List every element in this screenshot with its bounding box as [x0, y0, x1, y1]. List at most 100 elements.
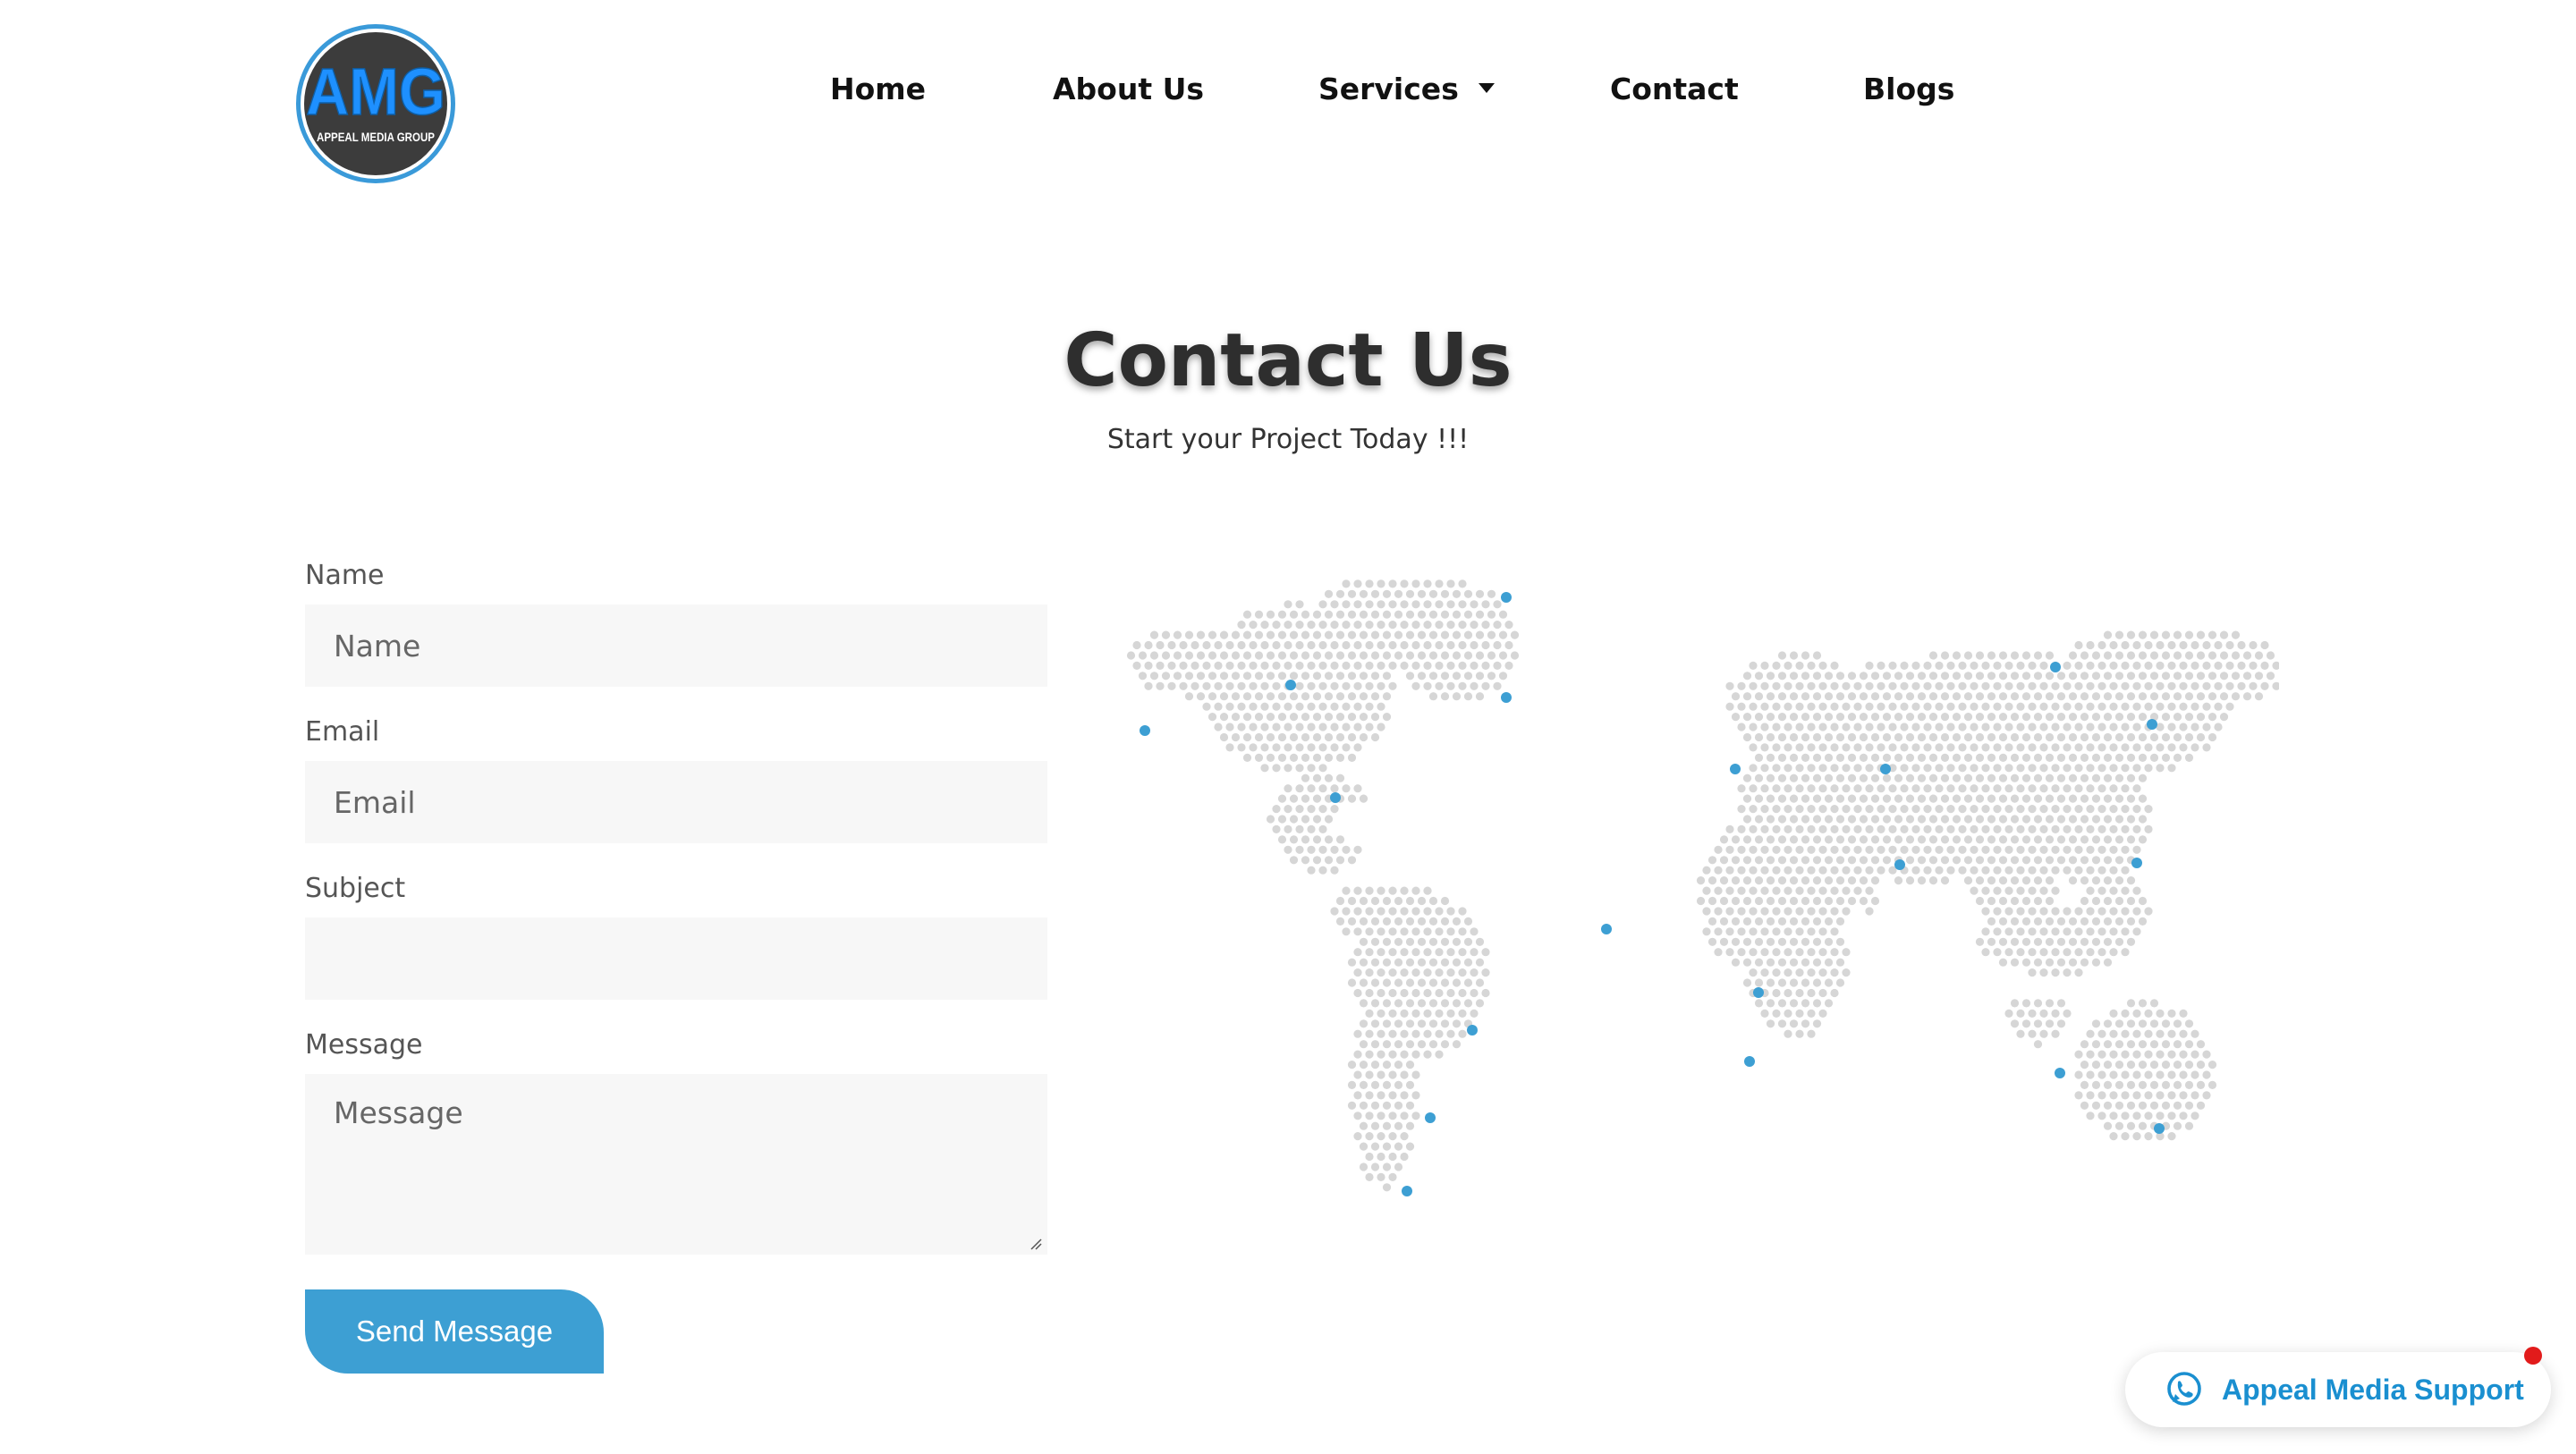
map-dot [2114, 835, 2124, 844]
map-dot [1284, 805, 1292, 814]
map-dot [2004, 681, 2013, 690]
map-dot [2225, 681, 2234, 690]
map-dot [1772, 824, 1781, 833]
nav-services[interactable]: Services [1318, 66, 1495, 113]
map-dot [1835, 856, 1845, 865]
map-dot [2138, 835, 2148, 844]
nav-blogs[interactable]: Blogs [1863, 66, 1954, 113]
map-dot [1789, 958, 1799, 967]
map-dot [2184, 732, 2194, 742]
map-dot [2126, 732, 2136, 742]
map-dot [1400, 927, 1409, 936]
map-dot [1853, 824, 1862, 833]
map-dot [1353, 640, 1362, 650]
map-dot [1993, 702, 2002, 711]
nav-home[interactable]: Home [830, 66, 926, 113]
send-message-button[interactable]: Send Message [305, 1289, 604, 1374]
map-dot [2149, 651, 2159, 660]
map-dot [1277, 815, 1287, 824]
map-dot [1458, 907, 1467, 916]
map-location-marker [1501, 592, 1512, 603]
map-dot [1865, 907, 1874, 916]
map-dot [1173, 651, 1182, 660]
amg-logo[interactable]: AMG APPEAL MEDIA GROUP [293, 21, 458, 186]
map-dot [1894, 713, 1903, 722]
map-dot [2184, 1019, 2194, 1028]
map-dot [1458, 640, 1467, 650]
map-dot [2179, 743, 2188, 752]
map-dot [2063, 866, 2072, 875]
map-dot [2091, 815, 2101, 824]
map-dot [2039, 866, 2048, 875]
map-dot [2190, 681, 2199, 690]
map-dot [1818, 824, 1827, 833]
map-dot [2004, 743, 2013, 752]
map-dot [1347, 1080, 1357, 1089]
map-dot [1766, 896, 1775, 906]
map-dot [2173, 753, 2182, 762]
map-dot [1998, 794, 2008, 803]
map-dot [1353, 948, 1362, 957]
map-dot [1818, 702, 1827, 711]
map-dot [1377, 1152, 1385, 1162]
resize-handle-icon[interactable] [1030, 1238, 1042, 1250]
map-dot [1847, 732, 1857, 742]
map-dot [1475, 999, 1485, 1008]
map-dot [1905, 835, 1915, 844]
map-dot [2063, 927, 2072, 936]
map-dot [1702, 907, 1711, 916]
map-location-marker [1467, 1025, 1478, 1036]
map-dot [2004, 805, 2013, 814]
map-dot [2051, 927, 2060, 936]
subject-field[interactable] [305, 917, 1047, 1000]
map-dot [1452, 958, 1462, 967]
map-dot [1737, 948, 1746, 957]
logo-subtext: APPEAL MEDIA GROUP [317, 130, 435, 144]
map-dot [1295, 723, 1304, 731]
map-dot [1400, 579, 1409, 588]
map-dot [2063, 764, 2072, 773]
email-field[interactable] [305, 761, 1047, 843]
map-dot [2132, 681, 2141, 690]
map-dot [1749, 824, 1758, 833]
map-dot [1428, 589, 1438, 598]
nav-contact[interactable]: Contact [1610, 66, 1739, 113]
map-dot [2091, 692, 2101, 701]
name-field[interactable] [305, 604, 1047, 687]
map-dot [2109, 764, 2118, 773]
nav-about-us[interactable]: About Us [1053, 66, 1204, 113]
map-dot [1411, 886, 1420, 895]
map-dot [2016, 1029, 2025, 1038]
map-dot [1318, 784, 1327, 793]
map-dot [2126, 773, 2136, 782]
map-dot [1231, 692, 1241, 701]
message-field[interactable] [305, 1074, 1047, 1255]
map-dot [1470, 1009, 1479, 1018]
map-dot [2045, 917, 2055, 926]
map-dot [2109, 640, 2118, 650]
map-dot [1202, 702, 1211, 711]
map-dot [1214, 640, 1223, 650]
map-dot [1877, 805, 1885, 814]
map-dot [2063, 743, 2072, 752]
map-dot [2231, 630, 2241, 639]
map-dot [2091, 1061, 2101, 1069]
map-dot [1330, 907, 1339, 916]
support-chat-button[interactable]: Appeal Media Support [2125, 1347, 2551, 1427]
map-dot [1900, 784, 1909, 793]
map-dot [1470, 661, 1479, 670]
map-dot [1784, 948, 1792, 957]
map-dot [1423, 621, 1432, 630]
map-dot [1888, 824, 1897, 833]
map-dot [1818, 845, 1827, 854]
map-dot [1400, 886, 1409, 895]
map-dot [1388, 886, 1397, 895]
map-dot [1882, 835, 1892, 844]
map-dot [2184, 672, 2194, 681]
map-dot [2114, 1101, 2124, 1110]
map-dot [1365, 948, 1374, 957]
map-dot [2004, 764, 2013, 773]
map-dot [1400, 948, 1409, 957]
map-dot [1365, 681, 1374, 690]
map-dot [1749, 948, 1758, 957]
